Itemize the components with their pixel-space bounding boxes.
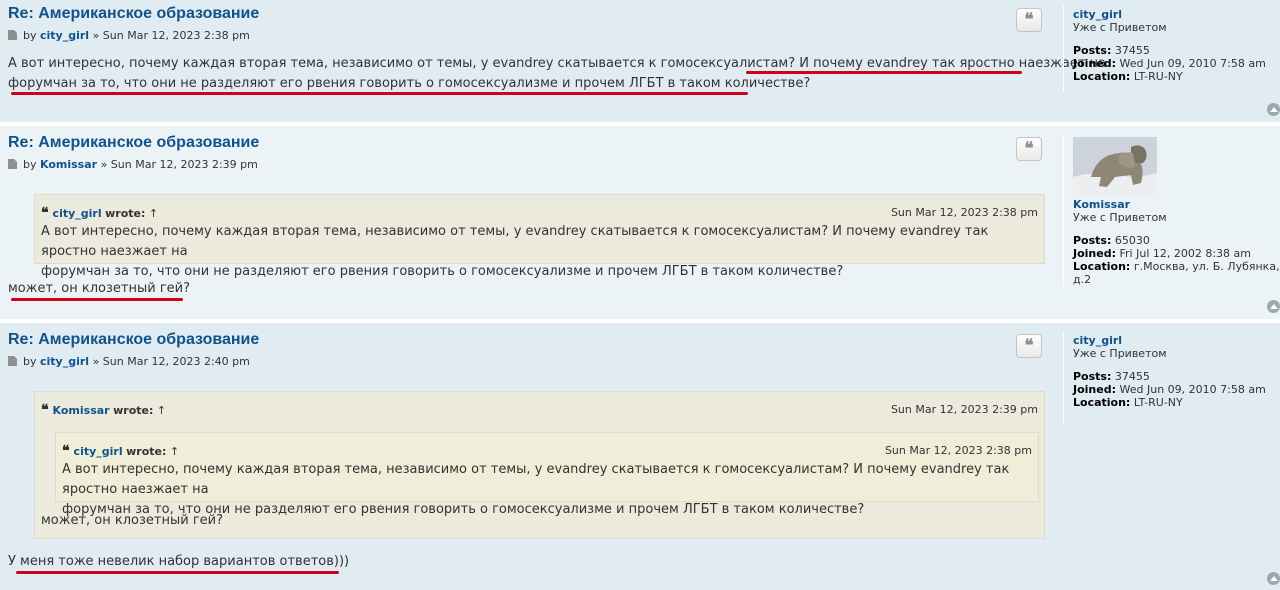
post-title[interactable]: Re: Американское образование: [8, 5, 259, 23]
quote-icon: ❝: [62, 443, 70, 459]
quote-icon: ❝: [41, 205, 49, 221]
chevron-up-icon: [1269, 575, 1278, 581]
post-date: Sun Mar 12, 2023 2:38 pm: [102, 29, 250, 42]
back-to-top-button[interactable]: [1267, 300, 1280, 313]
wrote-label: wrote:: [113, 404, 154, 417]
quote-date: Sun Mar 12, 2023 2:38 pm: [884, 444, 1032, 457]
red-underline: [11, 298, 183, 301]
by-label: by: [23, 29, 37, 42]
quote-icon: ❝: [1024, 9, 1034, 30]
red-underline: [11, 92, 748, 95]
post-author-line: by city_girl » Sun Mar 12, 2023 2:38 pm: [8, 29, 250, 42]
back-to-top-button[interactable]: [1267, 103, 1280, 116]
profile-location: Location: г.Москва, ул. Б. Лубянка,: [1073, 260, 1280, 273]
divider: [1063, 333, 1064, 423]
document-icon: [8, 30, 17, 40]
quote-header: ❝ Komissar wrote: ↑: [41, 402, 166, 418]
profile-location-cont: д.2: [1073, 273, 1092, 286]
quote-block: ❝ Komissar wrote: ↑ Sun Mar 12, 2023 2:39…: [34, 391, 1045, 539]
post-text-line: У меня тоже невелик набор вариантов отве…: [8, 554, 350, 569]
go-to-source-link[interactable]: ↑: [170, 445, 179, 458]
post-date: Sun Mar 12, 2023 2:39 pm: [110, 158, 258, 171]
profile-location: Location: LT-RU-NY: [1073, 396, 1183, 409]
quote-button[interactable]: ❝: [1016, 334, 1042, 358]
profile-joined: Joined: Wed Jun 09, 2010 7:58 am: [1073, 57, 1266, 70]
post-3: Re: Американское образование by city_gir…: [0, 323, 1280, 590]
quote-date: Sun Mar 12, 2023 2:38 pm: [890, 206, 1038, 219]
quote-text-line: может, он клозетный гей?: [41, 513, 224, 528]
quote-button[interactable]: ❝: [1016, 8, 1042, 32]
post-author-link[interactable]: Komissar: [40, 158, 97, 171]
document-icon: [8, 356, 17, 366]
quote-author-link[interactable]: city_girl: [53, 207, 102, 220]
by-label: by: [23, 355, 37, 368]
quote-icon: ❝: [1024, 335, 1034, 356]
quote-icon: ❝: [41, 402, 49, 418]
profile-posts: Posts: 65030: [1073, 234, 1150, 247]
quote-header: ❝ city_girl wrote: ↑: [41, 205, 158, 221]
separator: »: [92, 355, 100, 368]
wrote-label: wrote:: [105, 207, 146, 220]
quote-block: ❝ city_girl wrote: ↑ Sun Mar 12, 2023 2:3…: [34, 194, 1045, 279]
quote-text: может, он клозетный гей?: [41, 511, 223, 531]
post-profile: city_girl Уже с Приветом Posts: 37455 Jo…: [1073, 334, 1266, 409]
profile-location: Location: LT-RU-NY: [1073, 70, 1183, 83]
profile-rank: Уже с Приветом: [1073, 21, 1167, 34]
profile-username[interactable]: city_girl: [1073, 8, 1266, 21]
quote-header: ❝ city_girl wrote: ↑: [62, 443, 179, 459]
go-to-source-link[interactable]: ↑: [149, 207, 158, 220]
post-author-link[interactable]: city_girl: [40, 355, 89, 368]
quote-text: А вот интересно, почему каждая вторая те…: [41, 222, 1044, 282]
post-content: У меня тоже невелик набор вариантов отве…: [8, 552, 349, 572]
post-text-line: может, он клозетный гей?: [8, 281, 191, 296]
separator: »: [92, 29, 100, 42]
back-to-top-button[interactable]: [1267, 572, 1280, 585]
post-date: Sun Mar 12, 2023 2:40 pm: [102, 355, 250, 368]
post-author-line: by city_girl » Sun Mar 12, 2023 2:40 pm: [8, 355, 250, 368]
nested-quote-block: ❝ city_girl wrote: ↑ Sun Mar 12, 2023 2:3…: [55, 432, 1039, 517]
quote-text-line: А вот интересно, почему каждая вторая те…: [62, 462, 1010, 497]
chevron-up-icon: [1269, 303, 1278, 309]
post-profile: Komissar Уже с Приветом Posts: 65030 Joi…: [1073, 198, 1280, 286]
profile-rank: Уже с Приветом: [1073, 347, 1167, 360]
wolf-avatar-image: [1073, 137, 1157, 194]
quote-date: Sun Mar 12, 2023 2:39 pm: [890, 403, 1038, 416]
separator: »: [100, 158, 108, 171]
divider: [1063, 6, 1064, 92]
post-title[interactable]: Re: Американское образование: [8, 134, 259, 152]
red-underline: [746, 71, 1022, 74]
profile-posts: Posts: 37455: [1073, 44, 1150, 57]
go-to-source-link[interactable]: ↑: [157, 404, 166, 417]
profile-posts: Posts: 37455: [1073, 370, 1150, 383]
quote-author-link[interactable]: Komissar: [53, 404, 110, 417]
divider: [1063, 136, 1064, 286]
quote-author-link[interactable]: city_girl: [74, 445, 123, 458]
profile-username[interactable]: city_girl: [1073, 334, 1266, 347]
profile-joined: Joined: Fri Jul 12, 2002 8:38 am: [1073, 247, 1252, 260]
avatar: [1073, 137, 1157, 194]
profile-joined: Joined: Wed Jun 09, 2010 7:58 am: [1073, 383, 1266, 396]
red-underline: [16, 571, 339, 574]
post-title[interactable]: Re: Американское образование: [8, 331, 259, 349]
quote-text-line: форумчан за то, что они не разделяют его…: [41, 264, 844, 279]
quote-button[interactable]: ❝: [1016, 137, 1042, 161]
post-2: Re: Американское образование by Komissar…: [0, 126, 1280, 319]
post-author-line: by Komissar » Sun Mar 12, 2023 2:39 pm: [8, 158, 258, 171]
chevron-up-icon: [1269, 106, 1278, 112]
post-author-link[interactable]: city_girl: [40, 29, 89, 42]
profile-rank: Уже с Приветом: [1073, 211, 1167, 224]
post-1: Re: Американское образование by city_gir…: [0, 0, 1280, 122]
profile-username[interactable]: Komissar: [1073, 198, 1280, 211]
post-content: А вот интересно, почему каждая вторая те…: [8, 54, 1106, 94]
post-text-line: форумчан за то, что они не разделяют его…: [8, 76, 811, 91]
wrote-label: wrote:: [126, 445, 167, 458]
by-label: by: [23, 158, 37, 171]
post-content: может, он клозетный гей?: [8, 279, 190, 299]
quote-text-line: А вот интересно, почему каждая вторая те…: [41, 224, 989, 259]
post-profile: city_girl Уже с Приветом Posts: 37455 Jo…: [1073, 8, 1266, 83]
document-icon: [8, 159, 17, 169]
quote-icon: ❝: [1024, 138, 1034, 159]
